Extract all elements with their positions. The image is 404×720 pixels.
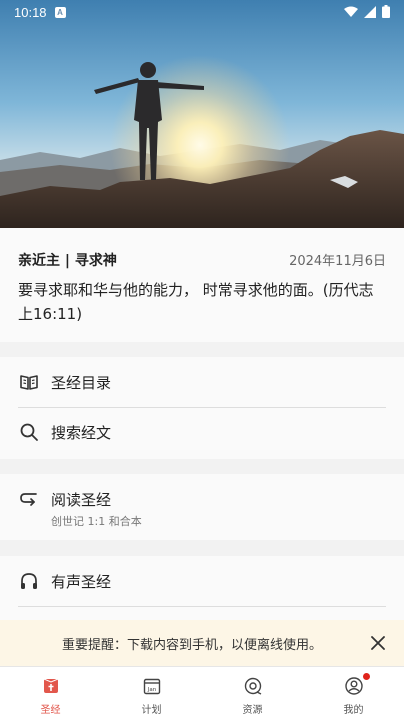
divider <box>18 606 386 607</box>
reading-section: 阅读圣经 创世记 1:1 和合本 <box>0 474 404 540</box>
verse-text: 要寻求耶和华与他的能力， 时常寻求他的面。(历代志上16:11) <box>18 281 374 323</box>
user-icon <box>344 677 363 695</box>
tab-resources-label: 资源 <box>242 705 263 716</box>
calendar-icon: Jan <box>143 678 160 695</box>
offline-notice-banner: 重要提醒：下载内容到手机，以便离线使用。 <box>0 620 404 666</box>
search-verses-item[interactable]: 搜索经文 <box>0 407 404 457</box>
verse-title: 亲近主 | 寻求神 <box>18 253 117 269</box>
read-bible-progress: 创世记 1:1 和合本 <box>51 515 142 528</box>
bible-icon <box>43 678 58 693</box>
verse-date: 2024年11月6日 <box>289 254 386 269</box>
bible-catalog-label: 圣经目录 <box>51 373 112 392</box>
status-time: 10:18 <box>14 4 47 20</box>
headphones-icon <box>21 573 37 589</box>
notice-text: 重要提醒：下载内容到手机，以便离线使用。 <box>62 637 323 653</box>
search-icon <box>20 423 38 441</box>
continue-reading-icon <box>20 493 37 506</box>
tab-me[interactable]: 我的 <box>303 667 404 720</box>
audio-bible-label: 有声圣经 <box>51 572 112 591</box>
book-open-icon <box>20 375 38 390</box>
tab-bible[interactable]: 圣经 <box>0 667 101 720</box>
signal-icon <box>364 5 376 18</box>
tab-plan-label: 计划 <box>141 705 162 716</box>
daily-verse-card[interactable]: 亲近主 | 寻求神 2024年11月6日 要寻求耶和华与他的能力， 时常寻求他的… <box>0 228 404 342</box>
read-bible-label: 阅读圣经 <box>51 491 112 509</box>
notification-icon: A <box>54 6 66 18</box>
audio-section: 有声圣经 <box>0 556 404 620</box>
tab-resources[interactable]: 资源 <box>202 667 303 720</box>
bottom-tab-bar: 圣经 Jan 计划 资源 我的 <box>0 666 404 720</box>
notification-badge <box>363 673 370 680</box>
read-bible-item[interactable]: 阅读圣经 创世记 1:1 和合本 <box>0 474 404 540</box>
disc-icon <box>244 677 261 695</box>
audio-bible-item[interactable]: 有声圣经 <box>0 556 404 606</box>
close-icon[interactable] <box>368 633 388 653</box>
battery-icon <box>382 5 390 18</box>
tab-bible-label: 圣经 <box>40 705 61 716</box>
wifi-icon <box>344 6 358 17</box>
tab-plan[interactable]: Jan 计划 <box>101 667 202 720</box>
search-verses-label: 搜索经文 <box>51 423 112 442</box>
hero-image <box>0 0 404 228</box>
tab-me-label: 我的 <box>343 705 364 716</box>
bible-tools-section: 圣经目录 搜索经文 <box>0 357 404 459</box>
bible-catalog-item[interactable]: 圣经目录 <box>0 357 404 407</box>
status-bar: 10:18 A <box>0 0 404 24</box>
svg-text:Jan: Jan <box>146 687 156 693</box>
